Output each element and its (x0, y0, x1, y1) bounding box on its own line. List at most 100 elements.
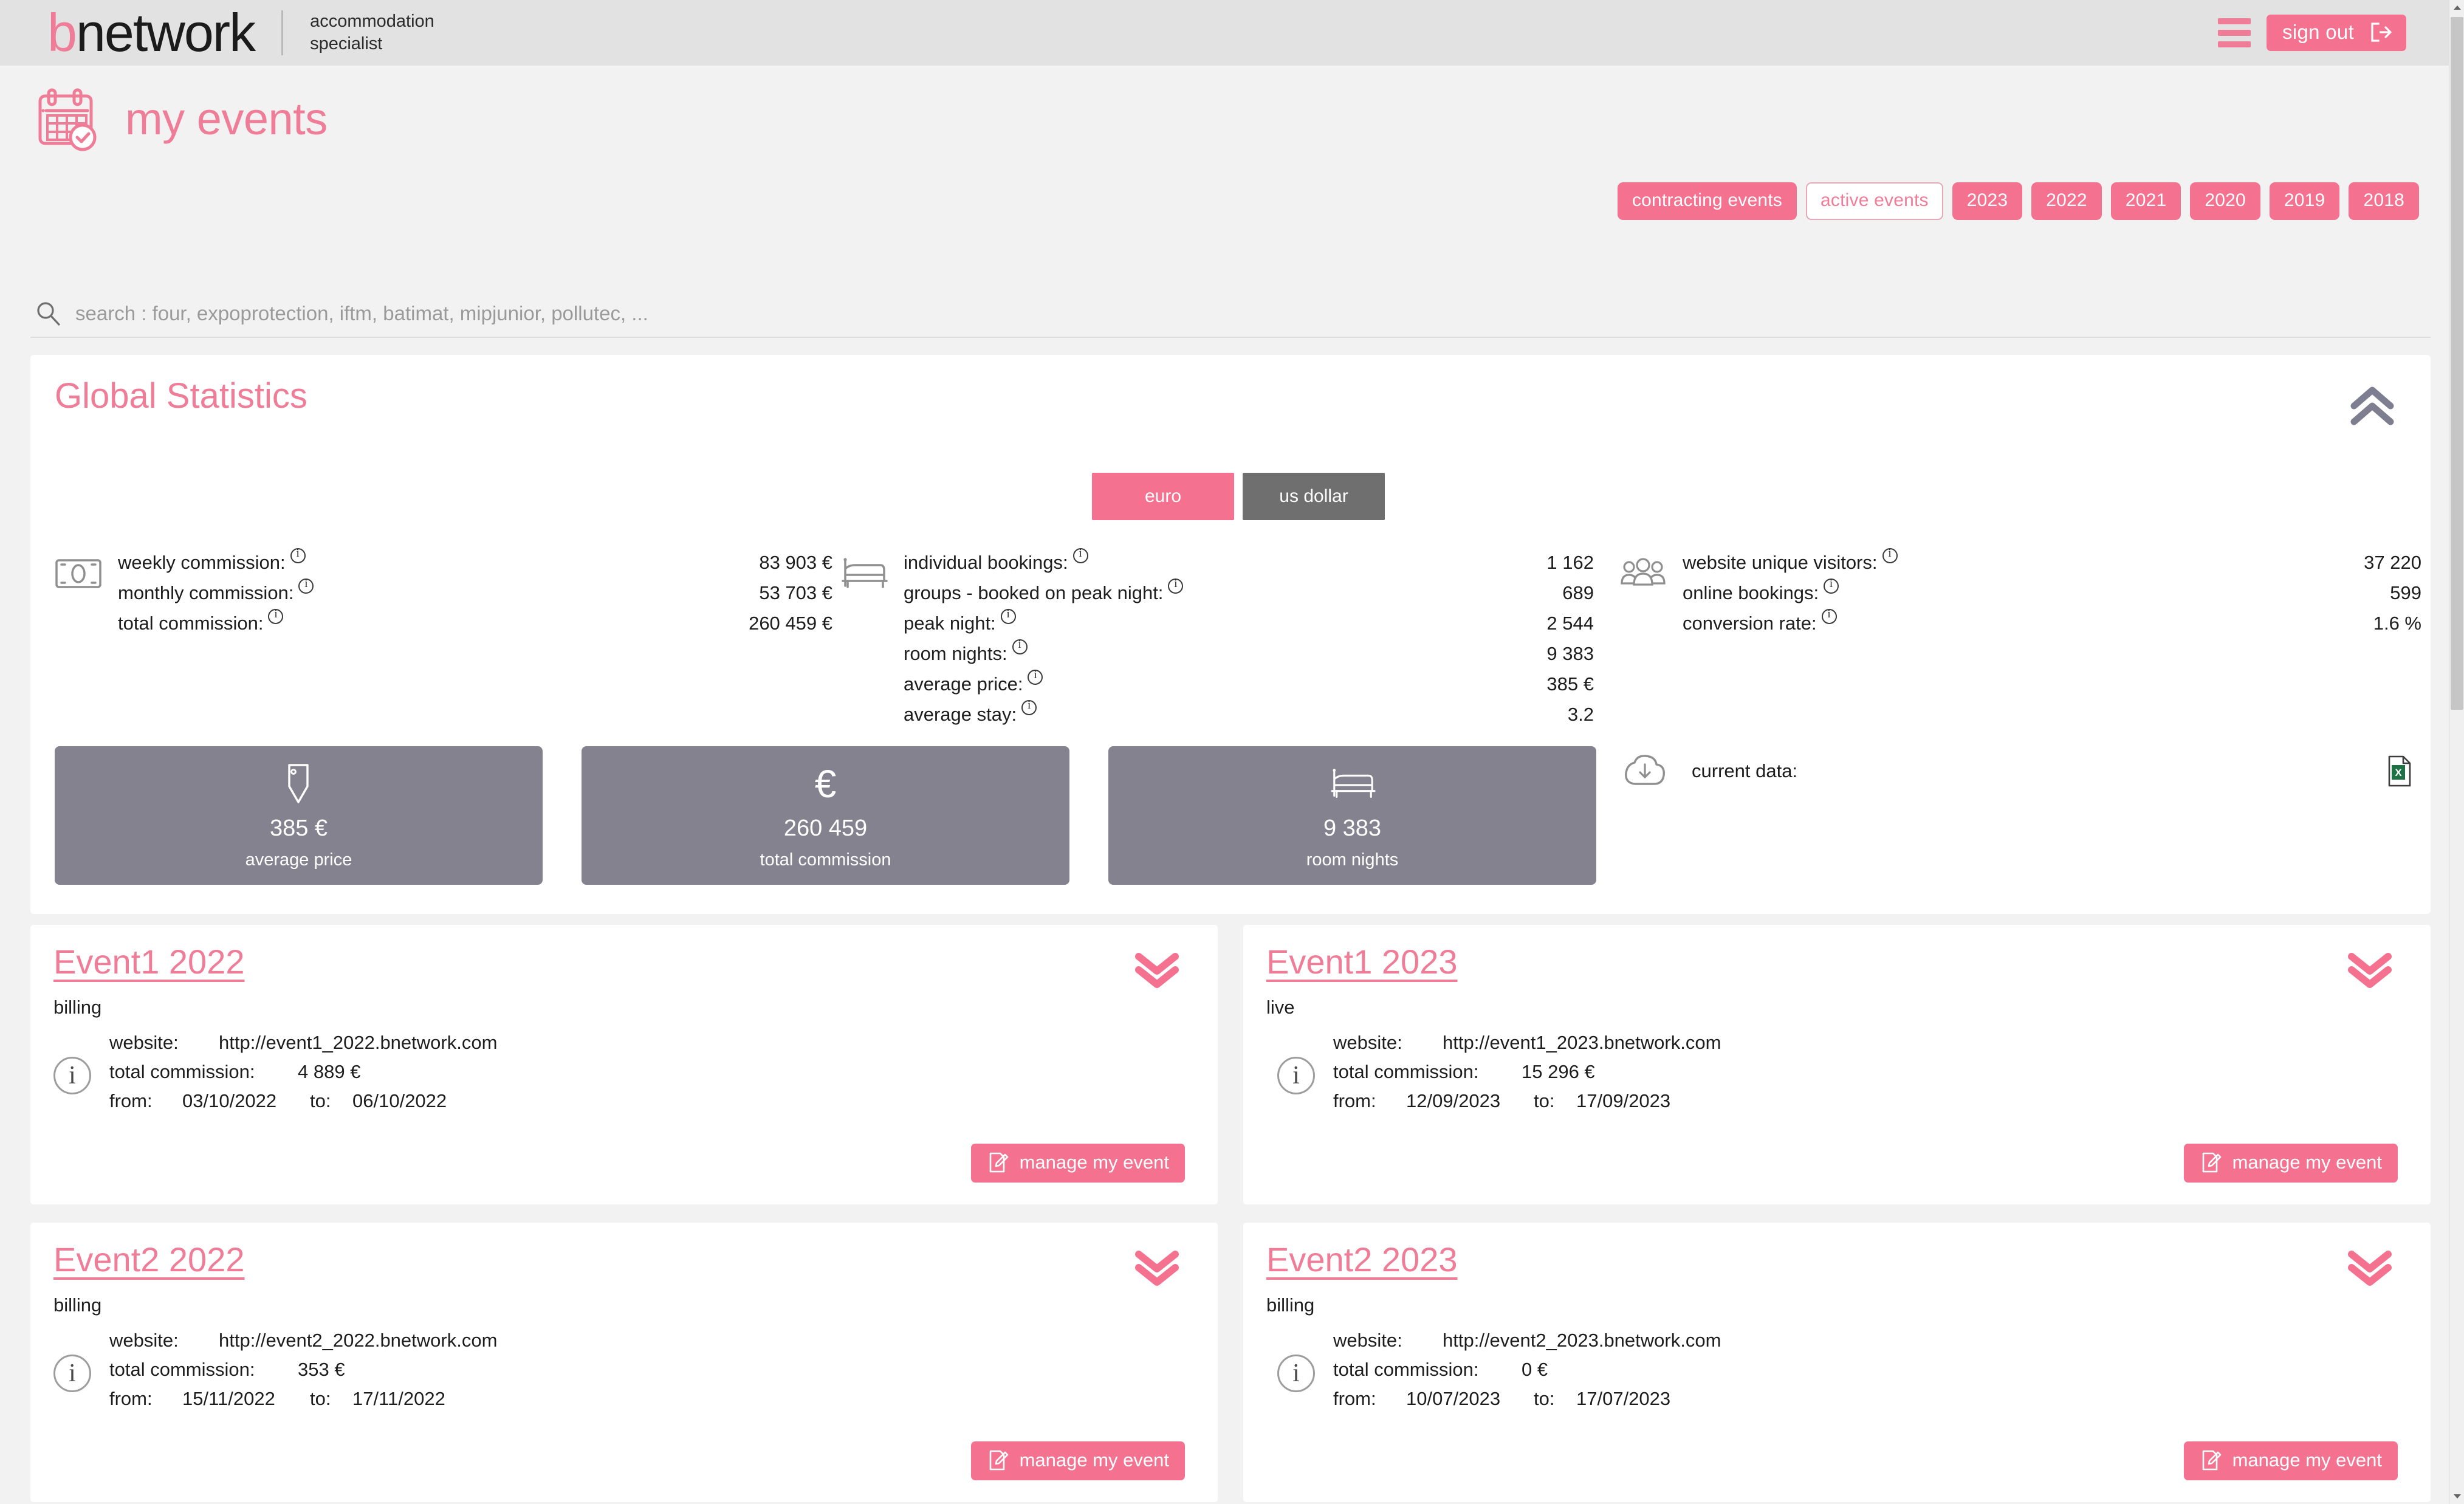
event-from-label: from: (1333, 1090, 1376, 1111)
currency-usdollar-button[interactable]: us dollar (1243, 473, 1385, 520)
event-website-value[interactable]: http://event1_2022.bnetwork.com (219, 1032, 497, 1054)
page-scrollbar[interactable] (2449, 0, 2464, 1504)
manage-my-event-label: manage my event (2232, 1152, 2382, 1173)
filter-year-2022[interactable]: 2022 (2031, 182, 2102, 220)
event-title-link[interactable]: Event2 2023 (1266, 1240, 1457, 1279)
app-root: b network accommodation specialist sign … (0, 0, 2464, 1504)
info-icon[interactable] (1821, 608, 1837, 624)
stat-label: monthly commission: (118, 582, 294, 603)
edit-document-icon (987, 1449, 1009, 1471)
filter-contracting-events[interactable]: contracting events (1617, 182, 1797, 220)
filter-year-2020[interactable]: 2020 (2190, 182, 2260, 220)
event-website-value[interactable]: http://event2_2023.bnetwork.com (1443, 1330, 1721, 1351)
info-icon[interactable] (1824, 577, 1839, 594)
filter-year-2021[interactable]: 2021 (2110, 182, 2181, 220)
event-from-value: 03/10/2022 (182, 1090, 277, 1111)
double-chevron-down-icon[interactable] (2342, 1246, 2398, 1291)
stat-row: monthly commission: 53 703 € (118, 577, 832, 613)
double-chevron-up-icon[interactable] (2343, 382, 2401, 430)
stat-label: groups - booked on peak night: (904, 582, 1164, 603)
manage-my-event-button[interactable]: manage my event (2183, 1441, 2398, 1480)
scrollbar-thumb[interactable] (2451, 17, 2463, 710)
edit-document-icon (987, 1152, 1009, 1173)
double-chevron-down-icon[interactable] (1129, 1246, 1185, 1291)
event-from-value: 15/11/2022 (182, 1388, 275, 1409)
event-card: Event1 2022 billing website: http://even… (30, 925, 1218, 1204)
kpi-value: 260 459 (783, 816, 868, 841)
manage-my-event-button[interactable]: manage my event (2183, 1144, 2398, 1183)
kpi-label: total commission (760, 850, 891, 870)
event-title-link[interactable]: Event1 2022 (53, 942, 244, 981)
currency-euro-button[interactable]: euro (1092, 473, 1234, 520)
info-icon[interactable] (1168, 577, 1184, 594)
info-icon[interactable] (1012, 638, 1028, 654)
stat-label: individual bookings: (904, 552, 1068, 573)
event-from-value: 12/09/2023 (1406, 1090, 1501, 1111)
event-from-value: 10/07/2023 (1406, 1388, 1501, 1409)
stat-row: average stay: 3.2 (904, 699, 1594, 734)
info-icon[interactable] (53, 1057, 91, 1094)
event-commission-label: total commission: (1333, 1359, 1479, 1380)
excel-file-icon[interactable]: X (2387, 755, 2412, 787)
stat-value: 1.6 % (2373, 613, 2421, 634)
brand-logo[interactable]: b network accommodation specialist (0, 6, 434, 60)
info-icon[interactable] (53, 1355, 91, 1392)
sign-out-button[interactable]: sign out (2267, 15, 2406, 51)
event-from-label: from: (109, 1388, 153, 1409)
stat-value: 385 € (1546, 673, 1594, 695)
event-commission-row: total commission: 353 € (109, 1359, 497, 1388)
manage-my-event-button[interactable]: manage my event (970, 1441, 1185, 1480)
filter-active-events[interactable]: active events (1806, 182, 1943, 220)
event-status: billing (53, 1294, 102, 1316)
info-icon[interactable] (1277, 1355, 1315, 1392)
stat-label: weekly commission: (118, 552, 286, 573)
scroll-down-button[interactable] (2449, 1489, 2464, 1504)
stat-row: peak night: 2 544 (904, 608, 1594, 643)
filter-year-2018[interactable]: 2018 (2349, 182, 2419, 220)
event-title-link[interactable]: Event2 2022 (53, 1240, 244, 1279)
manage-my-event-button[interactable]: manage my event (970, 1144, 1185, 1183)
stat-label: website unique visitors: (1683, 552, 1878, 573)
filter-year-2019[interactable]: 2019 (2269, 182, 2340, 220)
info-icon[interactable] (290, 547, 306, 563)
stat-label: total commission: (118, 613, 264, 634)
logo-b-letter: b (47, 2, 77, 63)
kpi-value: 385 € (269, 816, 328, 841)
event-from-label: from: (109, 1090, 153, 1111)
stat-row: room nights: 9 383 (904, 638, 1594, 673)
info-icon[interactable] (268, 608, 284, 624)
info-icon[interactable] (1021, 699, 1037, 715)
stat-row: total commission: 260 459 € (118, 608, 832, 643)
event-details: website: http://event1_2022.bnetwork.com… (109, 1032, 497, 1119)
double-chevron-down-icon[interactable] (2342, 948, 2398, 993)
filter-year-2023[interactable]: 2023 (1952, 182, 2023, 220)
euro-icon: € (814, 762, 837, 806)
event-status: billing (53, 997, 102, 1018)
manage-my-event-label: manage my event (1019, 1449, 1169, 1471)
info-icon[interactable] (1028, 668, 1043, 685)
svg-text:X: X (2395, 767, 2402, 778)
info-icon[interactable] (1277, 1057, 1315, 1094)
top-bar: b network accommodation specialist sign … (0, 0, 2449, 66)
edit-document-icon (2200, 1152, 2222, 1173)
event-website-row: website: http://event2_2023.bnetwork.com (1333, 1330, 1721, 1359)
double-chevron-down-icon[interactable] (1129, 948, 1185, 993)
kpi-card-room-nights: 9 383 room nights (1108, 746, 1596, 885)
kpi-card-row: 385 € average price € 260 459 total comm… (55, 746, 1596, 885)
event-commission-value: 4 889 € (298, 1061, 361, 1082)
event-title-link[interactable]: Event1 2023 (1266, 942, 1457, 981)
kpi-label: room nights (1306, 850, 1399, 870)
brand-tagline: accommodation specialist (310, 10, 434, 55)
event-card-body: website: http://event1_2022.bnetwork.com… (53, 1032, 497, 1119)
hamburger-menu-icon[interactable] (2218, 18, 2251, 47)
scroll-up-button[interactable] (2449, 0, 2464, 15)
search-input[interactable] (75, 302, 2431, 325)
info-icon[interactable] (1882, 547, 1898, 563)
event-website-value[interactable]: http://event2_2022.bnetwork.com (219, 1330, 497, 1351)
stats-rows: website unique visitors: 37 220 online b… (1683, 547, 2421, 643)
info-icon[interactable] (298, 577, 314, 594)
page-title: my events (125, 93, 328, 144)
info-icon[interactable] (1000, 608, 1016, 624)
info-icon[interactable] (1072, 547, 1088, 563)
event-website-value[interactable]: http://event1_2023.bnetwork.com (1443, 1032, 1721, 1054)
